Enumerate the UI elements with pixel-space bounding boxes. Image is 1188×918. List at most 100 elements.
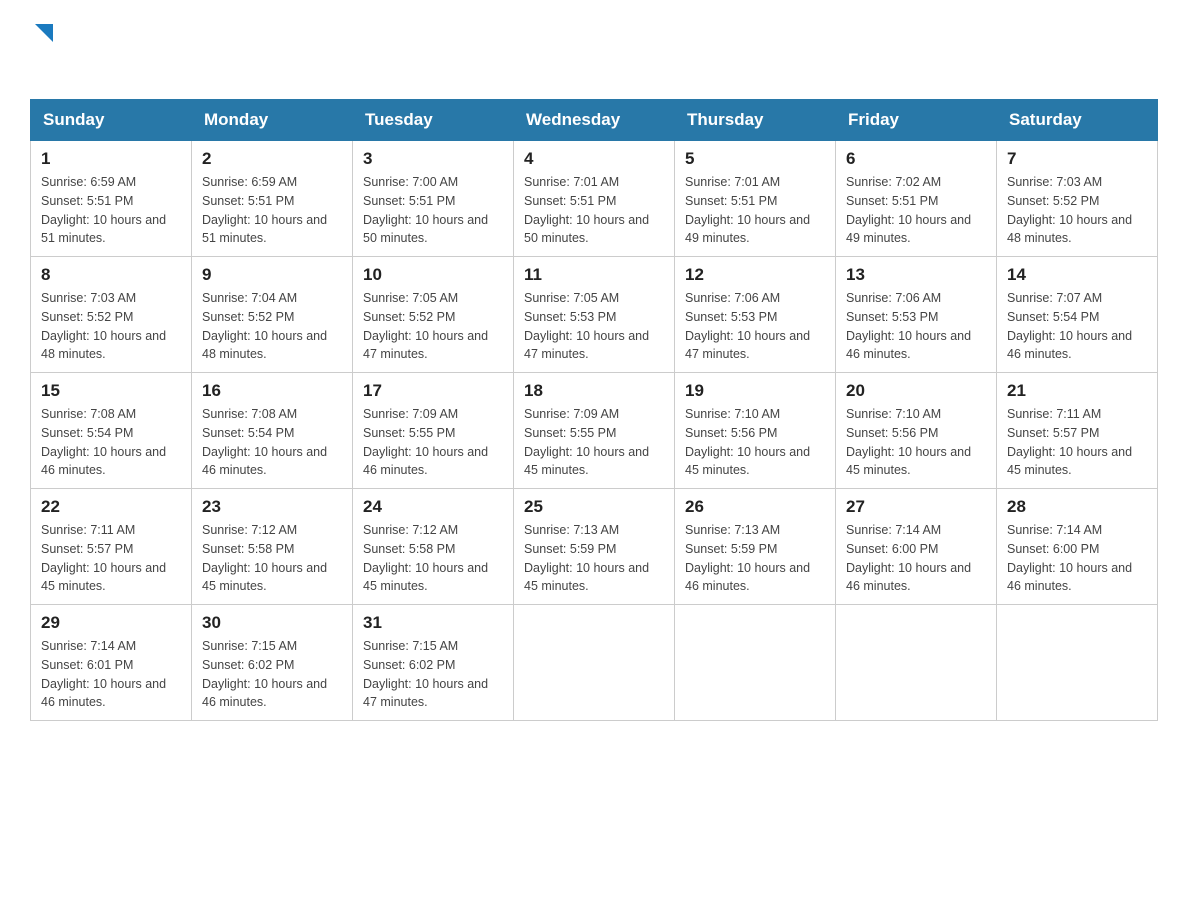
- calendar-cell: 20 Sunrise: 7:10 AMSunset: 5:56 PMDaylig…: [836, 373, 997, 489]
- logo-triangle-icon: [33, 22, 55, 49]
- day-info: Sunrise: 7:07 AMSunset: 5:54 PMDaylight:…: [1007, 289, 1147, 364]
- calendar-cell: 16 Sunrise: 7:08 AMSunset: 5:54 PMDaylig…: [192, 373, 353, 489]
- calendar-cell: 23 Sunrise: 7:12 AMSunset: 5:58 PMDaylig…: [192, 489, 353, 605]
- day-info: Sunrise: 7:14 AMSunset: 6:01 PMDaylight:…: [41, 637, 181, 712]
- calendar-cell: 13 Sunrise: 7:06 AMSunset: 5:53 PMDaylig…: [836, 257, 997, 373]
- calendar-cell: 10 Sunrise: 7:05 AMSunset: 5:52 PMDaylig…: [353, 257, 514, 373]
- calendar-cell: 18 Sunrise: 7:09 AMSunset: 5:55 PMDaylig…: [514, 373, 675, 489]
- calendar-cell: 4 Sunrise: 7:01 AMSunset: 5:51 PMDayligh…: [514, 141, 675, 257]
- calendar-cell: 9 Sunrise: 7:04 AMSunset: 5:52 PMDayligh…: [192, 257, 353, 373]
- calendar-cell: 25 Sunrise: 7:13 AMSunset: 5:59 PMDaylig…: [514, 489, 675, 605]
- calendar-week-2: 8 Sunrise: 7:03 AMSunset: 5:52 PMDayligh…: [31, 257, 1158, 373]
- day-number: 13: [846, 265, 986, 285]
- day-info: Sunrise: 7:10 AMSunset: 5:56 PMDaylight:…: [685, 405, 825, 480]
- day-info: Sunrise: 7:05 AMSunset: 5:52 PMDaylight:…: [363, 289, 503, 364]
- calendar-cell: 30 Sunrise: 7:15 AMSunset: 6:02 PMDaylig…: [192, 605, 353, 721]
- day-info: Sunrise: 7:06 AMSunset: 5:53 PMDaylight:…: [846, 289, 986, 364]
- calendar-cell: [675, 605, 836, 721]
- day-info: Sunrise: 7:01 AMSunset: 5:51 PMDaylight:…: [524, 173, 664, 248]
- weekday-header-wednesday: Wednesday: [514, 100, 675, 141]
- day-number: 22: [41, 497, 181, 517]
- day-number: 27: [846, 497, 986, 517]
- page-header: [30, 20, 1158, 79]
- day-number: 3: [363, 149, 503, 169]
- day-number: 24: [363, 497, 503, 517]
- calendar-cell: 2 Sunrise: 6:59 AMSunset: 5:51 PMDayligh…: [192, 141, 353, 257]
- calendar-cell: 5 Sunrise: 7:01 AMSunset: 5:51 PMDayligh…: [675, 141, 836, 257]
- day-info: Sunrise: 7:01 AMSunset: 5:51 PMDaylight:…: [685, 173, 825, 248]
- weekday-header-monday: Monday: [192, 100, 353, 141]
- calendar-cell: 6 Sunrise: 7:02 AMSunset: 5:51 PMDayligh…: [836, 141, 997, 257]
- day-number: 28: [1007, 497, 1147, 517]
- day-info: Sunrise: 7:06 AMSunset: 5:53 PMDaylight:…: [685, 289, 825, 364]
- weekday-header-thursday: Thursday: [675, 100, 836, 141]
- calendar-week-5: 29 Sunrise: 7:14 AMSunset: 6:01 PMDaylig…: [31, 605, 1158, 721]
- day-number: 4: [524, 149, 664, 169]
- day-number: 21: [1007, 381, 1147, 401]
- day-number: 10: [363, 265, 503, 285]
- day-number: 20: [846, 381, 986, 401]
- weekday-header-friday: Friday: [836, 100, 997, 141]
- day-number: 5: [685, 149, 825, 169]
- calendar-week-3: 15 Sunrise: 7:08 AMSunset: 5:54 PMDaylig…: [31, 373, 1158, 489]
- day-info: Sunrise: 7:09 AMSunset: 5:55 PMDaylight:…: [524, 405, 664, 480]
- calendar-cell: 1 Sunrise: 6:59 AMSunset: 5:51 PMDayligh…: [31, 141, 192, 257]
- weekday-header-tuesday: Tuesday: [353, 100, 514, 141]
- day-info: Sunrise: 7:03 AMSunset: 5:52 PMDaylight:…: [1007, 173, 1147, 248]
- calendar-cell: 24 Sunrise: 7:12 AMSunset: 5:58 PMDaylig…: [353, 489, 514, 605]
- calendar-cell: 8 Sunrise: 7:03 AMSunset: 5:52 PMDayligh…: [31, 257, 192, 373]
- day-number: 26: [685, 497, 825, 517]
- calendar-cell: 26 Sunrise: 7:13 AMSunset: 5:59 PMDaylig…: [675, 489, 836, 605]
- calendar-cell: [997, 605, 1158, 721]
- day-info: Sunrise: 7:04 AMSunset: 5:52 PMDaylight:…: [202, 289, 342, 364]
- calendar-cell: [836, 605, 997, 721]
- weekday-header-row: SundayMondayTuesdayWednesdayThursdayFrid…: [31, 100, 1158, 141]
- day-info: Sunrise: 7:12 AMSunset: 5:58 PMDaylight:…: [363, 521, 503, 596]
- calendar-cell: 3 Sunrise: 7:00 AMSunset: 5:51 PMDayligh…: [353, 141, 514, 257]
- day-info: Sunrise: 7:05 AMSunset: 5:53 PMDaylight:…: [524, 289, 664, 364]
- calendar-cell: 14 Sunrise: 7:07 AMSunset: 5:54 PMDaylig…: [997, 257, 1158, 373]
- calendar-cell: 22 Sunrise: 7:11 AMSunset: 5:57 PMDaylig…: [31, 489, 192, 605]
- day-info: Sunrise: 6:59 AMSunset: 5:51 PMDaylight:…: [202, 173, 342, 248]
- day-info: Sunrise: 6:59 AMSunset: 5:51 PMDaylight:…: [41, 173, 181, 248]
- calendar-cell: 17 Sunrise: 7:09 AMSunset: 5:55 PMDaylig…: [353, 373, 514, 489]
- day-info: Sunrise: 7:12 AMSunset: 5:58 PMDaylight:…: [202, 521, 342, 596]
- weekday-header-saturday: Saturday: [997, 100, 1158, 141]
- day-number: 2: [202, 149, 342, 169]
- calendar-cell: 29 Sunrise: 7:14 AMSunset: 6:01 PMDaylig…: [31, 605, 192, 721]
- day-number: 29: [41, 613, 181, 633]
- day-number: 12: [685, 265, 825, 285]
- day-number: 16: [202, 381, 342, 401]
- calendar-cell: 28 Sunrise: 7:14 AMSunset: 6:00 PMDaylig…: [997, 489, 1158, 605]
- calendar-table: SundayMondayTuesdayWednesdayThursdayFrid…: [30, 99, 1158, 721]
- calendar-cell: 27 Sunrise: 7:14 AMSunset: 6:00 PMDaylig…: [836, 489, 997, 605]
- day-number: 8: [41, 265, 181, 285]
- day-info: Sunrise: 7:02 AMSunset: 5:51 PMDaylight:…: [846, 173, 986, 248]
- calendar-cell: 12 Sunrise: 7:06 AMSunset: 5:53 PMDaylig…: [675, 257, 836, 373]
- day-info: Sunrise: 7:00 AMSunset: 5:51 PMDaylight:…: [363, 173, 503, 248]
- calendar-cell: 11 Sunrise: 7:05 AMSunset: 5:53 PMDaylig…: [514, 257, 675, 373]
- day-number: 7: [1007, 149, 1147, 169]
- weekday-header-sunday: Sunday: [31, 100, 192, 141]
- day-number: 19: [685, 381, 825, 401]
- day-info: Sunrise: 7:13 AMSunset: 5:59 PMDaylight:…: [685, 521, 825, 596]
- day-number: 30: [202, 613, 342, 633]
- day-info: Sunrise: 7:08 AMSunset: 5:54 PMDaylight:…: [202, 405, 342, 480]
- day-number: 15: [41, 381, 181, 401]
- day-number: 23: [202, 497, 342, 517]
- day-info: Sunrise: 7:13 AMSunset: 5:59 PMDaylight:…: [524, 521, 664, 596]
- day-number: 6: [846, 149, 986, 169]
- day-info: Sunrise: 7:15 AMSunset: 6:02 PMDaylight:…: [202, 637, 342, 712]
- calendar-cell: [514, 605, 675, 721]
- day-info: Sunrise: 7:11 AMSunset: 5:57 PMDaylight:…: [1007, 405, 1147, 480]
- day-info: Sunrise: 7:09 AMSunset: 5:55 PMDaylight:…: [363, 405, 503, 480]
- calendar-week-1: 1 Sunrise: 6:59 AMSunset: 5:51 PMDayligh…: [31, 141, 1158, 257]
- day-info: Sunrise: 7:14 AMSunset: 6:00 PMDaylight:…: [846, 521, 986, 596]
- day-number: 31: [363, 613, 503, 633]
- day-info: Sunrise: 7:08 AMSunset: 5:54 PMDaylight:…: [41, 405, 181, 480]
- calendar-cell: 15 Sunrise: 7:08 AMSunset: 5:54 PMDaylig…: [31, 373, 192, 489]
- day-number: 18: [524, 381, 664, 401]
- day-number: 14: [1007, 265, 1147, 285]
- logo: [30, 20, 55, 79]
- day-number: 9: [202, 265, 342, 285]
